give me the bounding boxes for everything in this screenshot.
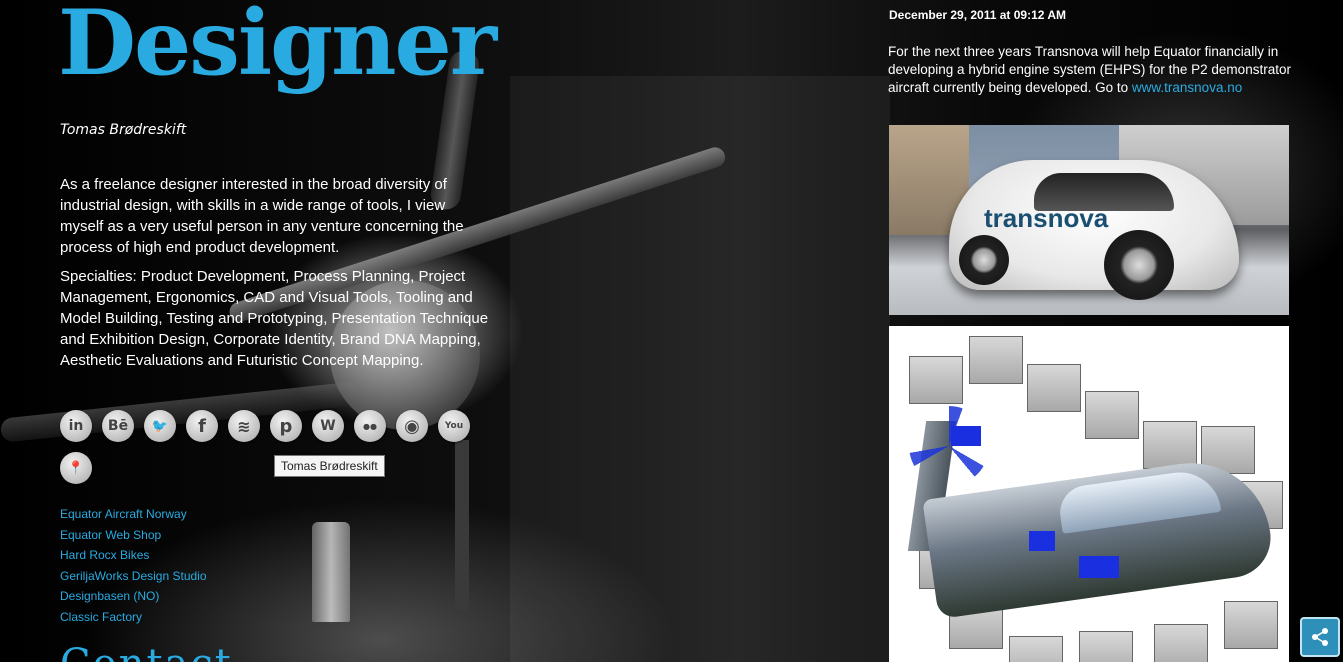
background-cylinder — [312, 522, 350, 622]
post-text: For the next three years Transnova will … — [888, 43, 1298, 97]
diagram-component-thumb — [909, 356, 963, 404]
instagram-icon[interactable]: ◉ — [396, 410, 428, 442]
link-geriljaworks[interactable]: GeriljaWorks Design Studio — [60, 566, 207, 587]
photo-brand-text: transnova — [984, 203, 1109, 233]
vimeo-icon[interactable]: ≋ — [228, 410, 260, 442]
photo-wheel-front — [959, 235, 1009, 285]
wordpress-icon[interactable]: W — [312, 410, 344, 442]
share-icon[interactable] — [1300, 617, 1340, 657]
diagram-aircraft-body — [922, 452, 1276, 620]
link-hard-rocx-bikes[interactable]: Hard Rocx Bikes — [60, 545, 207, 566]
photo-wheel-rear — [1104, 230, 1174, 300]
page-title: Designer — [58, 0, 497, 96]
link-equator-aircraft[interactable]: Equator Aircraft Norway — [60, 504, 207, 525]
contact-heading: Contact — [60, 644, 233, 662]
diagram-component-thumb — [1154, 624, 1208, 662]
diagram-component-thumb — [1085, 391, 1139, 439]
bio-text: As a freelance designer interested in th… — [60, 176, 464, 256]
transnova-car-photo[interactable]: transnova — [889, 125, 1289, 315]
diagram-battery-block — [1079, 556, 1119, 578]
link-classic-factory[interactable]: Classic Factory — [60, 607, 207, 628]
youtube-icon[interactable]: You — [438, 410, 470, 442]
link-designbasen[interactable]: Designbasen (NO) — [60, 586, 207, 607]
diagram-component-thumb — [969, 336, 1023, 384]
background-model-stand — [455, 440, 469, 610]
specialties-text: Specialties: Product Development, Proces… — [60, 268, 489, 369]
link-equator-web-shop[interactable]: Equator Web Shop — [60, 525, 207, 546]
diagram-component-thumb — [1009, 636, 1063, 662]
hybrid-engine-diagram[interactable] — [889, 326, 1289, 662]
diagram-propeller — [909, 406, 989, 486]
diagram-component-thumb — [1027, 364, 1081, 412]
links-list: Equator Aircraft Norway Equator Web Shop… — [60, 504, 207, 627]
linkedin-icon[interactable]: in — [60, 410, 92, 442]
share-glyph — [1312, 628, 1328, 646]
diagram-component-thumb — [1079, 631, 1133, 662]
tooltip: Tomas Brødreskift — [274, 455, 385, 477]
diagram-motor-block — [951, 426, 981, 446]
diagram-engine-block — [1029, 531, 1055, 551]
post-date: December 29, 2011 at 09:12 AM — [889, 8, 1066, 22]
transnova-link[interactable]: www.transnova.no — [1132, 80, 1242, 95]
diagram-component-thumb — [1224, 601, 1278, 649]
author-name: Tomas Brødreskift — [60, 122, 187, 138]
behance-icon[interactable]: Bē — [102, 410, 134, 442]
twitter-icon[interactable]: 🐦 — [144, 410, 176, 442]
map-pin-icon[interactable]: 📍 — [60, 452, 92, 484]
flickr-icon[interactable]: ●● — [354, 410, 386, 442]
pinterest-icon[interactable]: p — [270, 410, 302, 442]
facebook-icon[interactable]: f — [186, 410, 218, 442]
diagram-component-thumb — [1143, 421, 1197, 469]
